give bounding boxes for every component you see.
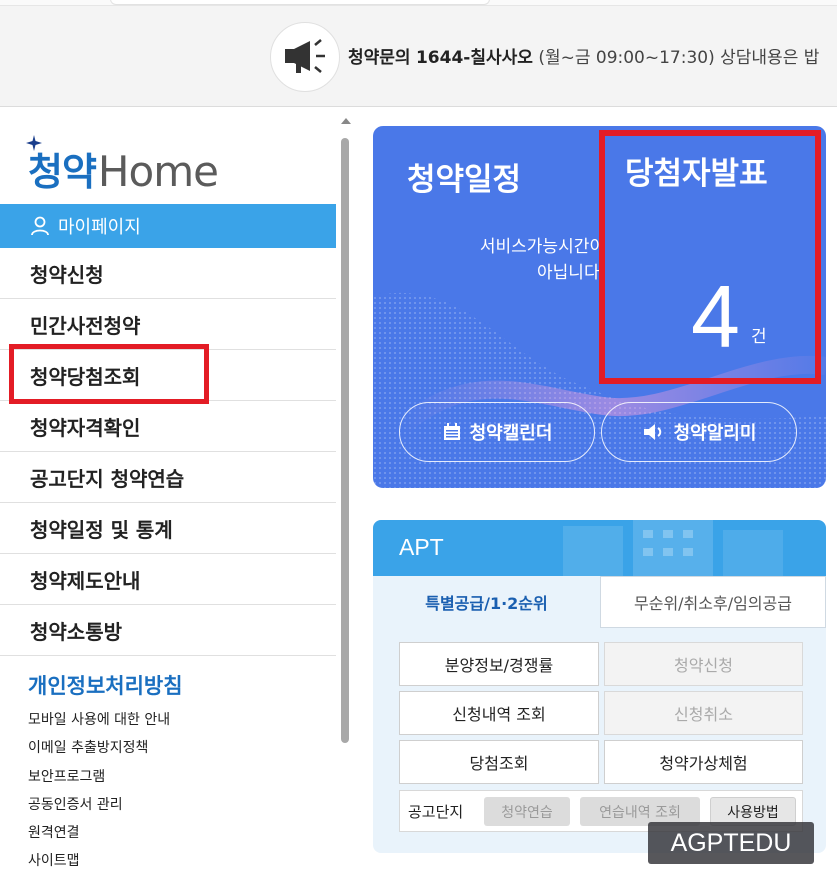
privacy-policy-link[interactable]: 개인정보처리방침 — [28, 670, 183, 700]
nav-item-private-pre-apply[interactable]: 민간사전청약 — [0, 299, 336, 350]
notice-bar: 청약문의 1644-칠사사오 (월~금 09:00~17:30) 상담내용은 밥 — [0, 0, 837, 107]
mypage-label: 마이페이지 — [58, 217, 141, 238]
nav-item-system-guide[interactable]: 청약제도안내 — [0, 554, 336, 605]
cancel-application-button[interactable]: 신청취소 — [604, 691, 803, 735]
sublink-security-program[interactable]: 보안프로그램 — [28, 763, 170, 791]
highlight-box-winner-check — [9, 344, 209, 404]
tab-special-supply[interactable]: 특별공급/1·2순위 — [373, 576, 600, 628]
calendar-icon — [443, 423, 460, 440]
main-nav-list: 청약신청 민간사전청약 청약당첨조회 청약자격확인 공고단지 청약연습 청약일정… — [0, 248, 336, 656]
nav-item-practice[interactable]: 공고단지 청약연습 — [0, 452, 336, 503]
user-icon — [31, 216, 49, 236]
sublink-mobile-guide[interactable]: 모바일 사용에 대한 안내 — [28, 706, 170, 734]
schedule-message: 서비스가능시간이 아닙니다. — [479, 237, 605, 283]
tab-unranked-supply[interactable]: 무순위/취소후/임의공급 — [600, 576, 826, 628]
logo-en-text: Home — [97, 147, 219, 196]
notice-label: 청약문의 — [348, 48, 411, 68]
virtual-experience-button[interactable]: 청약가상체험 — [604, 740, 803, 784]
winner-check-button[interactable]: 당첨조회 — [399, 740, 599, 784]
notice-phone: 1644-칠사사오 — [415, 48, 533, 68]
star-icon — [26, 135, 42, 151]
site-logo[interactable]: 청약 Home — [26, 135, 219, 196]
scroll-thumb[interactable] — [341, 138, 349, 743]
sublink-sitemap[interactable]: 사이트맵 — [28, 847, 170, 875]
alarm-button[interactable]: 청약알리미 — [601, 402, 797, 462]
scroll-up-arrow-icon[interactable] — [341, 118, 351, 124]
calendar-button-label: 청약캘린더 — [469, 423, 553, 444]
browser-tab — [110, 0, 490, 5]
sub-links: 모바일 사용에 대한 안내 이메일 추출방지정책 보안프로그램 공동인증서 관리… — [28, 706, 170, 876]
apt-card: APT 특별공급/1·2순위 무순위/취소후/임의공급 분양정보/경쟁률 청약신… — [373, 520, 826, 853]
watermark: AGPTEDU — [648, 822, 814, 864]
sublink-certificate[interactable]: 공동인증서 관리 — [28, 791, 170, 819]
apply-button[interactable]: 청약신청 — [604, 642, 803, 686]
calendar-button[interactable]: 청약캘린더 — [399, 402, 595, 462]
nav-item-schedule-stats[interactable]: 청약일정 및 통계 — [0, 503, 336, 554]
nav-item-eligibility[interactable]: 청약자격확인 — [0, 401, 336, 452]
schedule-title: 청약일정 — [407, 162, 522, 198]
apt-header: APT — [373, 520, 826, 576]
notice-extra: 상담내용은 밥 — [720, 48, 820, 68]
scrollbar[interactable] — [338, 112, 352, 880]
mypage-link[interactable]: 마이페이지 — [0, 204, 336, 248]
highlight-box-winner-announcement — [599, 130, 821, 384]
nav-item-community[interactable]: 청약소통방 — [0, 605, 336, 656]
complex-label: 공고단지 — [408, 803, 464, 821]
sublink-remote[interactable]: 원격연결 — [28, 819, 170, 847]
schedule-card: 청약일정 서비스가능시간이 아닙니다. 당첨자발표 4 건 청약캘린더 청약알리… — [373, 126, 826, 488]
notice-hours: (월~금 09:00~17:30) — [538, 48, 715, 68]
megaphone-icon — [270, 22, 340, 92]
speaker-icon — [643, 424, 661, 440]
sublink-email-policy[interactable]: 이메일 추출방지정책 — [28, 734, 170, 762]
alarm-button-label: 청약알리미 — [673, 423, 757, 444]
building-decoration — [563, 520, 783, 576]
browser-strip — [0, 0, 837, 6]
sale-info-button[interactable]: 분양정보/경쟁률 — [399, 642, 599, 686]
left-nav: 청약 Home 마이페이지 청약신청 민간사전청약 청약당첨조회 청약자격확인 … — [0, 108, 336, 881]
practice-button[interactable]: 청약연습 — [484, 797, 570, 826]
logo-ko-text: 청약 — [26, 135, 97, 196]
logo-ko-label: 청약 — [28, 150, 97, 194]
notice-text: 청약문의 1644-칠사사오 (월~금 09:00~17:30) 상담내용은 밥 — [348, 43, 819, 68]
apt-title: APT — [399, 534, 444, 560]
nav-item-apply[interactable]: 청약신청 — [0, 248, 336, 299]
application-history-button[interactable]: 신청내역 조회 — [399, 691, 599, 735]
